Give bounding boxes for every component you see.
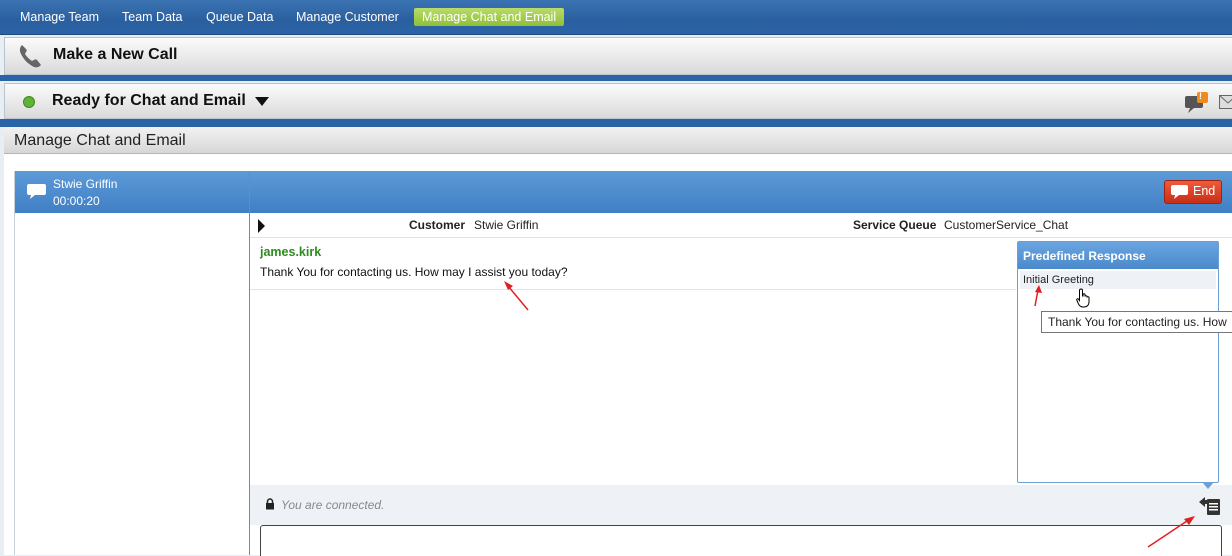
service-queue-label: Service Queue — [853, 218, 936, 232]
popup-pointer — [1202, 482, 1214, 489]
end-chat-label: End — [1193, 184, 1215, 198]
predefined-response-title: Predefined Response — [1023, 249, 1146, 263]
end-chat-button[interactable]: End — [1164, 180, 1222, 204]
tab-manage-customer[interactable]: Manage Customer — [288, 8, 407, 26]
annotation-arrow — [1030, 284, 1044, 308]
expand-triangle-icon[interactable] — [258, 219, 265, 233]
section-title: Manage Chat and Email — [14, 132, 186, 150]
lock-icon — [265, 498, 275, 513]
predefined-response-toggle-icon[interactable] — [1198, 494, 1222, 519]
top-navigation: Manage Team Team Data Queue Data Manage … — [0, 0, 1232, 35]
predefined-response-header: Predefined Response — [1018, 242, 1218, 269]
session-list: Stwie Griffin 00:00:20 — [14, 171, 251, 555]
chat-info-line: Customer Stwie Griffin Service Queue Cus… — [250, 213, 1232, 238]
tab-manage-chat-and-email[interactable]: Manage Chat and Email — [414, 8, 564, 26]
chat-message-input[interactable] — [260, 525, 1222, 556]
status-dropdown-chevron-down-icon[interactable] — [255, 97, 269, 106]
connection-status-bar: You are connected. — [250, 485, 1232, 525]
status-indicator-icon — [23, 96, 35, 108]
status-title: Ready for Chat and Email — [52, 92, 246, 110]
tab-team-data[interactable]: Team Data — [114, 8, 190, 26]
annotation-arrow — [500, 278, 534, 314]
hand-cursor-icon — [1076, 288, 1092, 311]
customer-value: Stwie Griffin — [474, 218, 538, 232]
section-header: Manage Chat and Email — [4, 127, 1232, 154]
status-bar: Ready for Chat and Email ! — [4, 83, 1232, 119]
section-divider — [0, 75, 1232, 81]
message-author: james.kirk — [260, 245, 321, 259]
email-icon[interactable] — [1219, 95, 1232, 112]
section-divider — [0, 119, 1232, 127]
phone-icon — [17, 43, 43, 72]
make-call-title: Make a New Call — [53, 46, 178, 64]
tab-queue-data[interactable]: Queue Data — [198, 8, 281, 26]
annotation-arrow — [1145, 513, 1197, 549]
predefined-response-panel: Predefined Response Initial Greeting — [1017, 241, 1219, 483]
notification-badge: ! — [1199, 91, 1202, 101]
chat-header: End — [250, 171, 1232, 213]
predefined-response-item[interactable]: Initial Greeting — [1020, 271, 1216, 289]
connection-status-text: You are connected. — [281, 498, 384, 512]
message-text: Thank You for contacting us. How may I a… — [260, 265, 568, 279]
chat-bubble-icon — [1171, 185, 1189, 202]
tab-manage-team[interactable]: Manage Team — [12, 8, 107, 26]
customer-label: Customer — [409, 218, 465, 232]
service-queue-value: CustomerService_Chat — [944, 218, 1068, 232]
predefined-response-tooltip: Thank You for contacting us. How — [1041, 311, 1232, 333]
session-duration: 00:00:20 — [53, 194, 100, 208]
session-customer-name: Stwie Griffin — [53, 177, 117, 191]
session-item[interactable]: Stwie Griffin 00:00:20 — [15, 171, 249, 213]
chat-bubble-icon — [27, 184, 47, 203]
chat-notification-icon[interactable] — [1184, 92, 1210, 117]
message-divider — [250, 289, 1016, 290]
tooltip-text: Thank You for contacting us. How — [1048, 315, 1227, 329]
make-call-bar[interactable]: Make a New Call — [4, 37, 1232, 75]
